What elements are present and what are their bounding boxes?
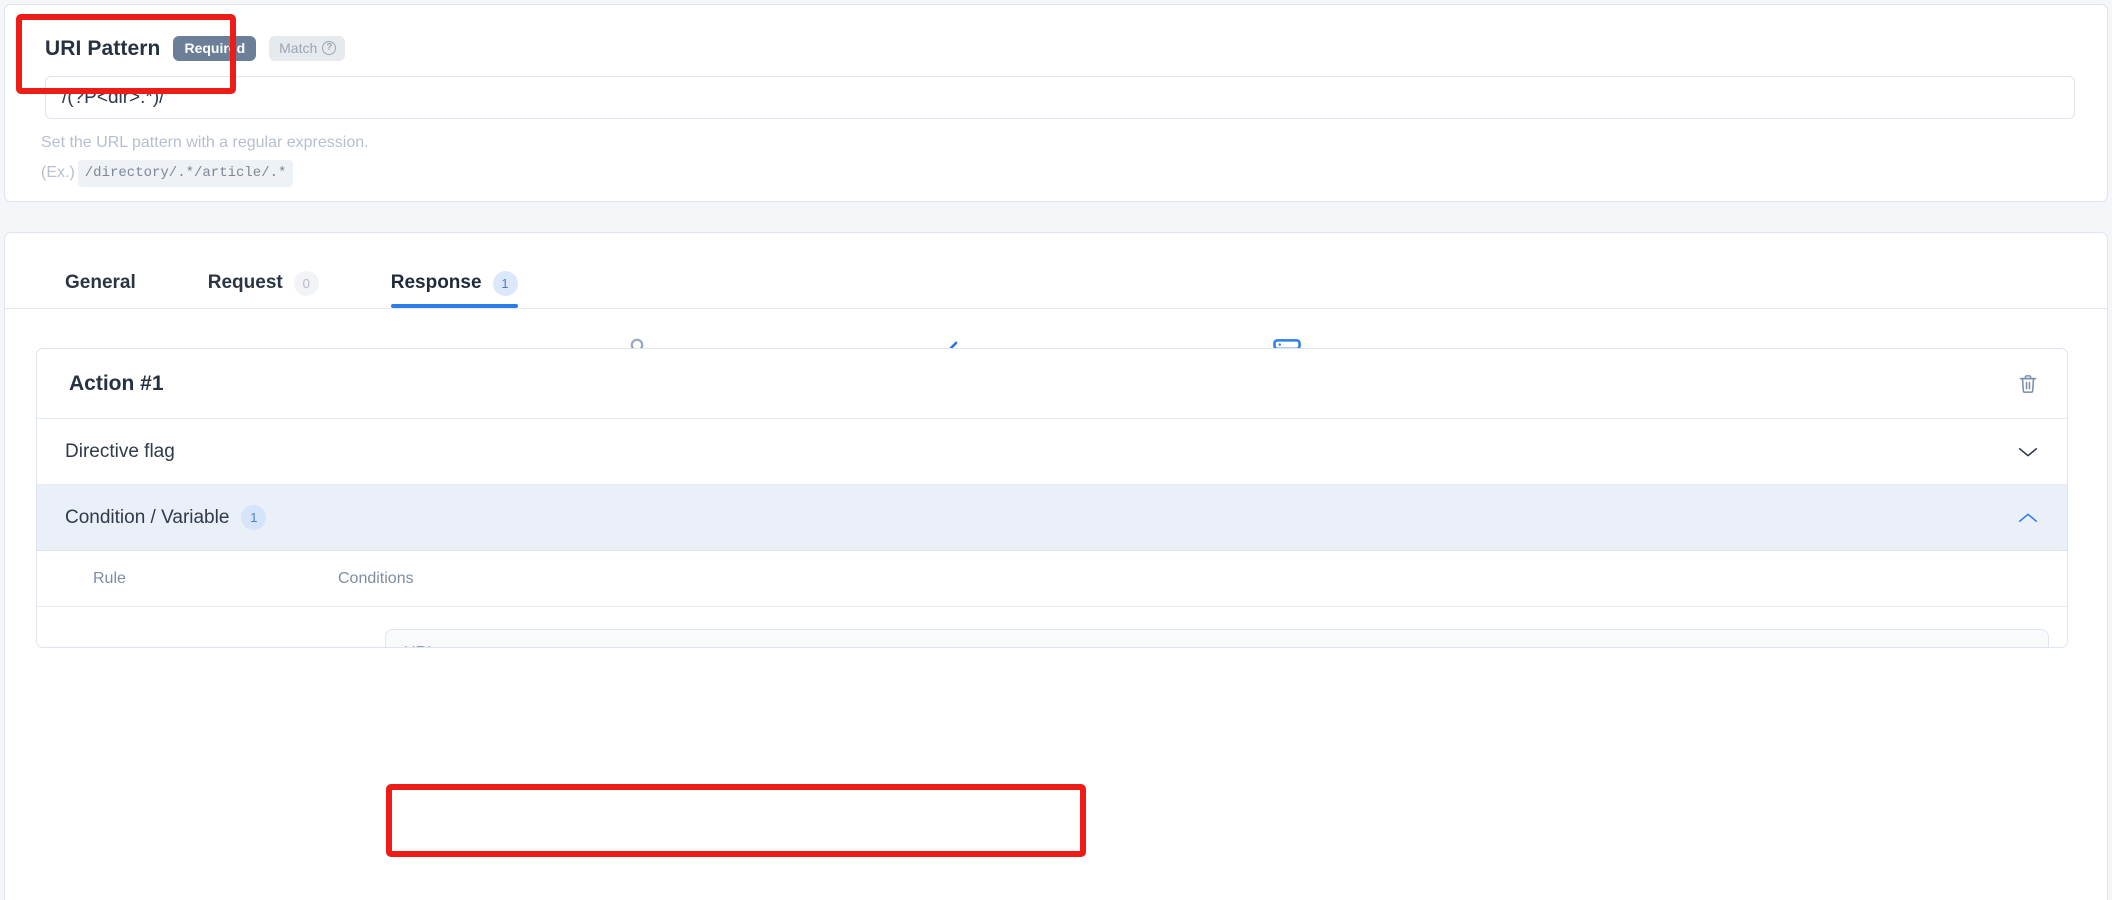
tab-general[interactable]: General [65,233,136,308]
uri-help-ex-prefix: (Ex.) [41,164,75,182]
match-badge[interactable]: Match ? [269,36,346,61]
column-header-conditions: Conditions [338,569,414,587]
uri-pattern-input[interactable] [45,76,2075,119]
action-card: Action #1 Directive flag Condition / Var… [36,348,2068,648]
match-badge-label: Match [279,40,318,56]
question-circle-icon[interactable]: ? [322,41,337,55]
directive-flag-row[interactable]: Directive flag [37,419,2067,485]
tab-bar: General Request 0 Response 1 [5,233,2107,309]
directive-flag-label: Directive flag [65,440,175,462]
uri-pattern-card: URI Pattern Required Match ? Set the URL… [4,4,2108,202]
condition-variable-row[interactable]: Condition / Variable 1 [37,485,2067,551]
uri-pattern-label: URI Pattern [45,36,161,60]
conditions-table-row: URL Cache(second(s)) Preload POST ✕ [37,607,2067,647]
uri-pattern-help: Set the URL pattern with a regular expre… [41,131,369,188]
condition-variable-label: Condition / Variable 1 [65,505,267,530]
condition-variable-count: 1 [241,505,267,530]
url-field-label: URL [404,644,436,647]
condition-item-card: URL Cache(second(s)) Preload POST ✕ [385,629,2049,647]
uri-pattern-header: URI Pattern Required Match ? [45,36,346,61]
trash-icon[interactable] [2017,372,2039,396]
action-header: Action #1 [37,349,2067,419]
condition-variable-text: Condition / Variable [65,506,230,528]
chevron-up-icon[interactable] [2017,511,2039,525]
tab-request-label: Request [207,272,283,293]
required-badge: Required [173,36,257,61]
uri-help-ex-code: /directory/.*/article/.* [77,159,294,188]
tab-response-count: 1 [492,270,518,296]
conditions-table-header: Rule Conditions [37,551,2067,607]
page-root: URI Pattern Required Match ? Set the URL… [0,0,2112,900]
tab-response[interactable]: Response 1 [390,233,518,308]
action-title: Action #1 [69,371,164,395]
chevron-down-icon[interactable] [2017,445,2039,459]
tab-request-count: 0 [293,270,319,296]
column-header-rule: Rule [93,569,126,587]
conditions-table: Rule Conditions URL Cache(second(s)) Pre… [37,551,2067,647]
tab-request[interactable]: Request 0 [208,233,319,308]
uri-help-line1: Set the URL pattern with a regular expre… [41,134,369,151]
tab-response-label: Response [390,272,482,293]
tab-general-label: General [65,272,136,293]
